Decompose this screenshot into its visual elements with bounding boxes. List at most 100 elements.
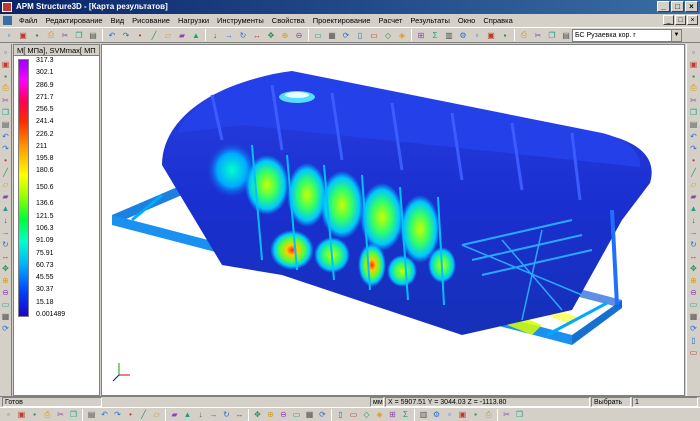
minimize-button[interactable]: _ bbox=[657, 1, 670, 12]
paste-icon[interactable]: ▪ bbox=[29, 409, 40, 420]
support-icon[interactable]: ▲ bbox=[190, 29, 202, 41]
beam-icon[interactable]: ╱ bbox=[148, 29, 160, 41]
maximize-button[interactable]: □ bbox=[671, 1, 684, 12]
zoom-window-icon[interactable]: ▲ bbox=[689, 203, 699, 213]
results-icon[interactable]: ◇ bbox=[361, 409, 372, 420]
load-icon[interactable]: ▤ bbox=[689, 119, 699, 129]
paste-icon[interactable]: ▤ bbox=[87, 29, 99, 41]
load-icon[interactable]: ↓ bbox=[209, 29, 221, 41]
settings-icon[interactable]: ⟳ bbox=[689, 323, 699, 333]
support-icon[interactable]: • bbox=[125, 409, 136, 420]
rotate-icon[interactable]: ⟳ bbox=[340, 29, 352, 41]
zoom-out-icon[interactable]: ▰ bbox=[689, 191, 699, 201]
copy-icon[interactable]: ❐ bbox=[546, 29, 558, 41]
menu-edit[interactable]: Редактирование bbox=[41, 16, 106, 25]
mesh-icon[interactable]: ⊖ bbox=[689, 287, 699, 297]
menu-window[interactable]: Окно bbox=[454, 16, 479, 25]
view-front-icon[interactable]: ↻ bbox=[689, 239, 699, 249]
node-icon[interactable]: • bbox=[134, 29, 146, 41]
results-icon[interactable]: ▦ bbox=[689, 311, 699, 321]
zoom-window-icon[interactable]: ▭ bbox=[1, 299, 11, 309]
view-front-icon[interactable]: ⊖ bbox=[278, 409, 289, 420]
plate-icon[interactable]: ⎙ bbox=[689, 83, 699, 93]
mdi-minimize-button[interactable]: _ bbox=[663, 15, 674, 25]
chevron-down-icon[interactable]: ▼ bbox=[671, 30, 681, 41]
pan-icon[interactable]: ↓ bbox=[195, 409, 206, 420]
measure-icon[interactable]: • bbox=[689, 155, 699, 165]
zoom-in-icon[interactable]: ⊕ bbox=[1, 275, 11, 285]
node-icon[interactable]: • bbox=[1, 155, 11, 165]
zoom-out-icon[interactable]: ⊖ bbox=[1, 287, 11, 297]
settings-icon[interactable]: ◈ bbox=[374, 409, 385, 420]
paste-icon[interactable]: ▪ bbox=[470, 409, 481, 420]
open-icon[interactable]: ▣ bbox=[17, 29, 29, 41]
moment-icon[interactable]: ↻ bbox=[1, 239, 11, 249]
undo-icon[interactable]: ↶ bbox=[106, 29, 118, 41]
menu-file[interactable]: Файл bbox=[15, 16, 41, 25]
moment-icon[interactable]: ↷ bbox=[689, 143, 699, 153]
node-icon[interactable]: ❐ bbox=[514, 409, 525, 420]
measure-icon[interactable]: ↔ bbox=[1, 251, 11, 261]
copy-icon[interactable]: ❐ bbox=[1, 107, 11, 117]
view-iso-icon[interactable]: ◇ bbox=[382, 29, 394, 41]
beam-icon[interactable]: ▪ bbox=[689, 71, 699, 81]
redo-icon[interactable]: ▫ bbox=[689, 47, 699, 57]
open-icon[interactable]: ▣ bbox=[1, 59, 11, 69]
mdi-close-button[interactable]: × bbox=[687, 15, 698, 25]
redo-icon[interactable]: ✂ bbox=[55, 409, 66, 420]
zoom-window-icon[interactable]: ▭ bbox=[312, 29, 324, 41]
calculate-icon[interactable]: ▭ bbox=[689, 299, 699, 309]
view-iso-icon[interactable]: ✥ bbox=[689, 263, 699, 273]
results-icon[interactable]: ▥ bbox=[443, 29, 455, 41]
save-icon[interactable]: ▪ bbox=[1, 71, 11, 81]
solid-icon[interactable]: ▰ bbox=[1, 191, 11, 201]
paste-icon[interactable]: ▤ bbox=[560, 29, 572, 41]
measure-icon[interactable]: ↔ bbox=[251, 29, 263, 41]
print-icon[interactable]: ⎙ bbox=[1, 83, 11, 93]
menu-loads[interactable]: Нагрузки bbox=[174, 16, 213, 25]
rotate-icon[interactable]: ⊕ bbox=[265, 409, 276, 420]
view-top-icon[interactable]: ↔ bbox=[689, 251, 699, 261]
calculate-icon[interactable]: Σ bbox=[429, 29, 441, 41]
menu-tools[interactable]: Инструменты bbox=[213, 16, 268, 25]
copy-icon[interactable]: ▣ bbox=[16, 409, 27, 420]
force-icon[interactable]: → bbox=[1, 227, 11, 237]
redo-icon[interactable]: ↷ bbox=[1, 143, 11, 153]
load-case-select[interactable]: БС Рузаевка кор. г ▼ bbox=[572, 29, 682, 42]
print-icon[interactable]: ⎙ bbox=[518, 29, 530, 41]
save-icon[interactable]: ▪ bbox=[31, 29, 43, 41]
zoom-out-icon[interactable]: ↻ bbox=[221, 409, 232, 420]
undo-icon[interactable]: ↶ bbox=[1, 131, 11, 141]
node-icon[interactable]: ▣ bbox=[689, 59, 699, 69]
solid-icon[interactable]: ↷ bbox=[112, 409, 123, 420]
rotate-icon[interactable]: → bbox=[689, 227, 699, 237]
print-icon[interactable]: ⎙ bbox=[45, 29, 57, 41]
view-iso-icon[interactable]: ▦ bbox=[304, 409, 315, 420]
new-file-icon[interactable]: ▫ bbox=[1, 47, 11, 57]
node-icon[interactable]: ❐ bbox=[68, 409, 79, 420]
new-file-icon[interactable]: ▫ bbox=[471, 29, 483, 41]
cut-icon[interactable]: ✂ bbox=[532, 29, 544, 41]
menu-design[interactable]: Проектирование bbox=[309, 16, 375, 25]
zoom-all-icon[interactable]: ↓ bbox=[689, 215, 699, 225]
undo-icon[interactable]: ⎙ bbox=[42, 409, 53, 420]
beam-icon[interactable]: ╱ bbox=[1, 167, 11, 177]
force-icon[interactable]: → bbox=[223, 29, 235, 41]
view-top-icon[interactable]: ▭ bbox=[291, 409, 302, 420]
force-icon[interactable]: ↶ bbox=[689, 131, 699, 141]
beam-icon[interactable]: ▤ bbox=[86, 409, 97, 420]
mdi-restore-button[interactable]: □ bbox=[675, 15, 686, 25]
zoom-all-icon[interactable]: ✥ bbox=[252, 409, 263, 420]
mesh-icon[interactable]: ⊞ bbox=[415, 29, 427, 41]
zoom-all-icon[interactable]: ▦ bbox=[1, 311, 11, 321]
render-icon[interactable]: ⊕ bbox=[689, 275, 699, 285]
zoom-in-icon[interactable]: ▱ bbox=[689, 179, 699, 189]
solid-icon[interactable]: ▰ bbox=[176, 29, 188, 41]
redo-icon[interactable]: ✂ bbox=[501, 409, 512, 420]
new-file-icon[interactable]: ▫ bbox=[3, 29, 15, 41]
menu-view[interactable]: Вид bbox=[107, 16, 129, 25]
open-icon[interactable]: ▭ bbox=[689, 347, 699, 357]
copy-icon[interactable]: ❐ bbox=[73, 29, 85, 41]
copy-icon[interactable]: ▣ bbox=[457, 409, 468, 420]
plate-icon[interactable]: ↶ bbox=[99, 409, 110, 420]
